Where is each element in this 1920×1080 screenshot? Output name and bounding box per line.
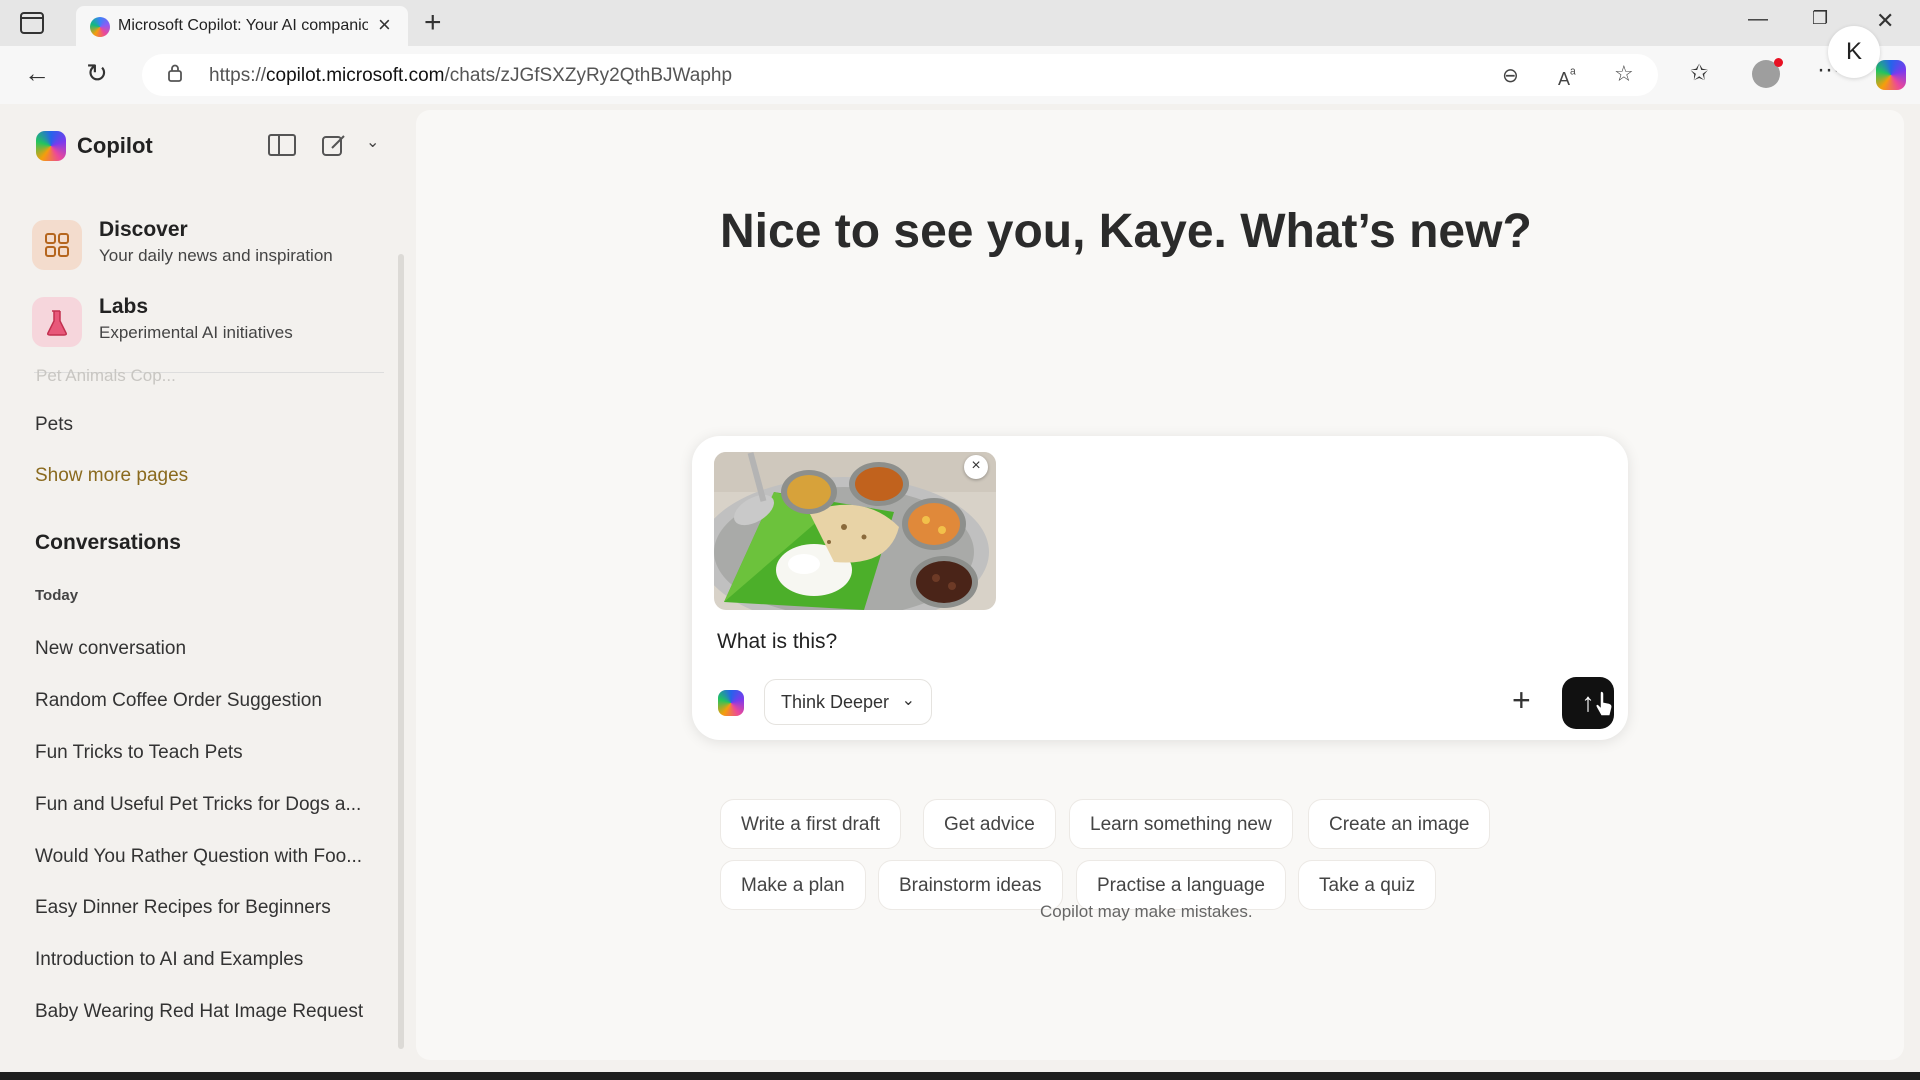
tab-title: Microsoft Copilot: Your AI companion: [118, 17, 368, 34]
new-chat-icon[interactable]: [320, 132, 348, 160]
flask-icon: [32, 297, 82, 347]
browser-toolbar: ← ↻ https://copilot.microsoft.com/chats/…: [0, 46, 1920, 104]
remove-attachment-button[interactable]: ×: [964, 455, 988, 479]
sidebar-item-faded[interactable]: Pet Animals Cop...: [36, 366, 176, 386]
brand-name: Copilot: [77, 133, 153, 158]
sidebar-scrollbar[interactable]: [398, 254, 404, 1049]
read-aloud-icon[interactable]: Aᵃ: [1558, 65, 1576, 90]
back-arrow-icon[interactable]: ←: [24, 58, 50, 89]
profile-avatar-icon[interactable]: [1752, 58, 1783, 88]
copilot-favicon-icon: [90, 17, 110, 37]
mode-label: Think Deeper: [781, 692, 890, 712]
prompt-input[interactable]: What is this?: [717, 630, 837, 654]
chevron-down-icon: ⌄: [901, 692, 915, 709]
restore-button[interactable]: ❐: [1812, 8, 1828, 29]
conversation-item[interactable]: Would You Rather Question with Foo...: [35, 846, 380, 868]
suggestion-chip[interactable]: Learn something new: [1069, 799, 1293, 849]
sidebar-item-discover[interactable]: Discover Your daily news and inspiration: [32, 214, 392, 274]
browser-tab-bar: Microsoft Copilot: Your AI companion × +…: [0, 0, 1920, 46]
conversation-item[interactable]: Easy Dinner Recipes for Beginners: [35, 897, 380, 919]
labs-subtitle: Experimental AI initiatives: [99, 323, 293, 342]
close-window-button[interactable]: ✕: [1876, 8, 1894, 34]
copilot-mini-icon: [718, 690, 744, 716]
edge-copilot-icon[interactable]: [1876, 60, 1906, 90]
conversation-item[interactable]: Introduction to AI and Examples: [35, 949, 380, 971]
tab-close-icon[interactable]: ×: [378, 12, 391, 38]
mouse-cursor-icon: [1595, 690, 1613, 717]
zoom-out-icon[interactable]: ⊖: [1502, 63, 1519, 88]
favorite-star-icon[interactable]: ☆: [1614, 61, 1634, 87]
favorites-icon[interactable]: ✩: [1690, 60, 1708, 86]
conversation-item[interactable]: Fun Tricks to Teach Pets: [35, 742, 380, 764]
labs-title: Labs: [99, 295, 149, 318]
conversation-item[interactable]: Fun and Useful Pet Tricks for Dogs a...: [35, 794, 380, 816]
disclaimer-text: Copilot may make mistakes.: [1040, 902, 1253, 921]
user-avatar[interactable]: K: [1828, 26, 1880, 78]
conversation-item[interactable]: Random Coffee Order Suggestion: [35, 690, 380, 712]
chevron-down-icon[interactable]: ⌄: [366, 132, 379, 152]
think-deeper-dropdown[interactable]: Think Deeper ⌄: [764, 679, 932, 725]
greeting-heading: Nice to see you, Kaye. What’s new?: [720, 205, 1532, 258]
suggestion-chip[interactable]: Make a plan: [720, 860, 866, 910]
add-attachment-button[interactable]: +: [1512, 682, 1531, 719]
new-tab-button[interactable]: +: [424, 6, 442, 40]
conversations-heading: Conversations: [35, 531, 181, 554]
bottom-edge: [0, 1072, 1920, 1080]
grid-icon: [32, 220, 82, 270]
copilot-logo-icon: [36, 131, 66, 161]
collapse-sidebar-icon[interactable]: [268, 134, 296, 156]
conversation-item[interactable]: New conversation: [35, 638, 380, 660]
suggestion-chip[interactable]: Take a quiz: [1298, 860, 1437, 910]
sidebar-item-pets[interactable]: Pets: [35, 414, 380, 436]
url-text[interactable]: https://copilot.microsoft.com/chats/zJGf…: [209, 65, 732, 87]
discover-title: Discover: [99, 218, 188, 241]
suggestion-chip[interactable]: Brainstorm ideas: [878, 860, 1063, 910]
lock-icon[interactable]: [168, 64, 182, 82]
tab-actions-icon[interactable]: [20, 12, 44, 34]
minimize-button[interactable]: —: [1748, 8, 1768, 31]
today-label: Today: [35, 587, 79, 604]
sidebar-item-labs[interactable]: Labs Experimental AI initiatives: [32, 291, 392, 351]
conversation-item[interactable]: Baby Wearing Red Hat Image Request: [35, 1001, 380, 1023]
discover-subtitle: Your daily news and inspiration: [99, 246, 333, 265]
refresh-icon[interactable]: ↻: [86, 58, 108, 89]
suggestion-chip[interactable]: Create an image: [1308, 799, 1491, 849]
attached-image-thumbnail[interactable]: [714, 452, 996, 610]
address-bar[interactable]: https://copilot.microsoft.com/chats/zJGf…: [142, 54, 1658, 96]
suggestion-chip[interactable]: Get advice: [923, 799, 1056, 849]
suggestion-chip[interactable]: Write a first draft: [720, 799, 902, 849]
composer: × What is this? Think Deeper ⌄ + ↑: [692, 436, 1628, 740]
food-image: [714, 452, 996, 610]
browser-tab-active[interactable]: Microsoft Copilot: Your AI companion ×: [76, 6, 408, 46]
sidebar: Copilot ⌄ Discover Your daily news and i…: [0, 104, 416, 1072]
show-more-pages-link[interactable]: Show more pages: [35, 465, 380, 487]
